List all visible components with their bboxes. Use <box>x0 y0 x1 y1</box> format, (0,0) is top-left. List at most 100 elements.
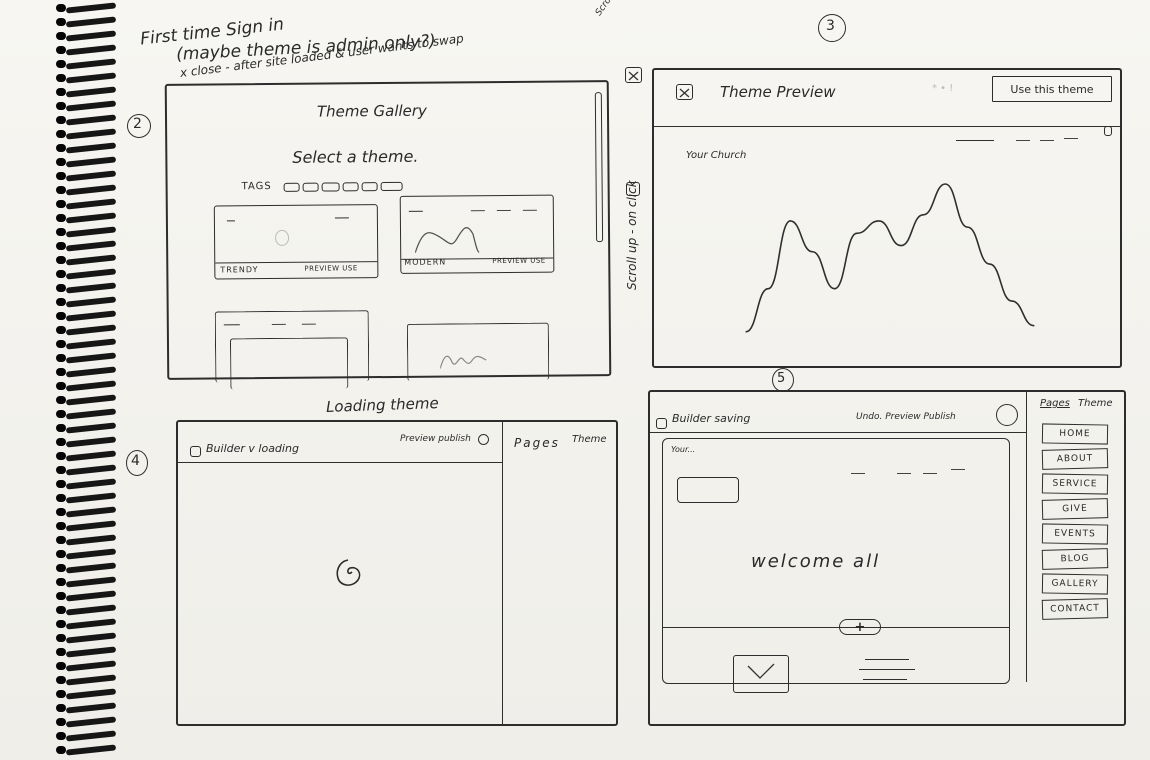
step-number: 3 <box>826 18 835 34</box>
spiral-coil <box>46 170 117 182</box>
spiral-coil <box>46 338 117 350</box>
theme-card[interactable] <box>406 322 550 381</box>
theme-card[interactable] <box>214 310 370 390</box>
coil-hole <box>56 494 66 502</box>
coil-ring <box>65 366 117 378</box>
coil-ring <box>65 338 117 350</box>
coil-ring <box>65 688 117 700</box>
coil-hole <box>56 606 66 614</box>
welcome-headline[interactable]: welcome all <box>751 551 880 572</box>
coil-hole <box>56 256 66 264</box>
side-scroll-box[interactable] <box>626 182 640 196</box>
image-placeholder[interactable] <box>733 655 789 693</box>
spiral-coil <box>46 646 117 658</box>
spiral-coil <box>46 184 117 196</box>
coil-ring <box>65 534 117 546</box>
coil-ring <box>65 128 117 140</box>
tag-chip[interactable] <box>321 182 340 192</box>
coil-hole <box>56 130 66 138</box>
coil-ring <box>65 100 117 112</box>
card-nav-dash <box>301 323 316 325</box>
coil-ring <box>65 562 117 574</box>
coil-ring <box>65 282 117 294</box>
spiral-coil <box>46 282 117 294</box>
coil-hole <box>56 424 66 432</box>
builder-dropdown[interactable]: Builder v loading <box>206 442 299 455</box>
preview-hero-chart <box>745 183 1035 333</box>
page-item-events[interactable]: EVENTS <box>1041 523 1109 545</box>
coil-ring <box>65 716 117 728</box>
page-item-give[interactable]: GIVE <box>1041 498 1109 520</box>
preview-scroll-thumb[interactable] <box>1104 126 1112 136</box>
tag-chip[interactable] <box>380 181 403 192</box>
coil-ring <box>65 576 117 588</box>
preview-nav-dash <box>1064 138 1078 139</box>
coil-ring <box>65 170 117 182</box>
preview-publish-label[interactable]: Preview publish <box>400 434 471 444</box>
side-close-icon[interactable] <box>625 67 642 83</box>
coil-hole <box>56 480 66 488</box>
logo-placeholder[interactable] <box>677 477 739 503</box>
spiral-coil <box>46 268 117 280</box>
coil-ring <box>65 422 117 434</box>
coil-hole <box>56 60 66 68</box>
spiral-coil <box>46 394 117 406</box>
gallery-scrollbar[interactable] <box>594 92 604 243</box>
loading-sidebar-divider <box>502 422 503 724</box>
use-this-theme-button[interactable]: Use this theme <box>992 76 1112 102</box>
card-nav-dash <box>470 210 485 212</box>
tag-chip[interactable] <box>342 182 359 192</box>
tag-chip[interactable] <box>361 182 378 192</box>
page-item-blog[interactable]: BLOG <box>1041 548 1109 570</box>
card-preview-use[interactable]: PREVIEW USE <box>304 264 357 272</box>
help-icon[interactable] <box>996 404 1018 426</box>
page-item-contact[interactable]: CONTACT <box>1041 598 1109 620</box>
spiral-coil <box>46 352 117 364</box>
menu-icon[interactable] <box>656 418 667 429</box>
image-icon <box>747 663 775 679</box>
coil-ring <box>65 226 117 238</box>
spiral-coil <box>46 576 117 588</box>
page-item-service[interactable]: SERVICE <box>1041 473 1109 495</box>
coil-hole <box>56 438 66 446</box>
tag-chip[interactable] <box>302 182 319 192</box>
coil-hole <box>56 4 66 12</box>
page-item-about[interactable]: ABOUT <box>1041 448 1109 470</box>
card-tag-label: TRENDY <box>220 265 259 275</box>
preview-close-button[interactable] <box>676 84 693 100</box>
coil-hole <box>56 326 66 334</box>
coil-hole <box>56 634 66 642</box>
spiral-coil <box>46 478 117 490</box>
coil-ring <box>65 58 117 70</box>
coil-hole <box>56 158 66 166</box>
pages-tab[interactable]: Pages <box>514 436 560 450</box>
coil-ring <box>65 142 117 154</box>
pages-tab[interactable]: Pages <box>1040 398 1070 409</box>
chart-point <box>1011 300 1013 302</box>
builder-header-divider <box>650 432 1026 433</box>
add-section-button[interactable]: + <box>839 619 881 635</box>
chart-point <box>811 251 814 253</box>
card-tag-label: MODERN <box>404 257 447 267</box>
page-item-gallery[interactable]: GALLERY <box>1041 573 1109 595</box>
menu-icon[interactable] <box>190 446 201 457</box>
coil-hole <box>56 74 66 82</box>
spiral-coil <box>46 674 117 686</box>
section-divider <box>663 627 1009 628</box>
theme-tab[interactable]: Theme <box>572 434 607 445</box>
coil-hole <box>56 690 66 698</box>
spiral-coil <box>46 128 117 140</box>
page-item-home[interactable]: HOME <box>1041 423 1109 445</box>
nav-dash <box>897 473 911 474</box>
spiral-coil <box>46 716 117 728</box>
page-canvas[interactable]: Your... welcome all + <box>662 438 1010 693</box>
tag-chip[interactable] <box>283 182 300 192</box>
theme-tab[interactable]: Theme <box>1078 398 1113 409</box>
preview-header-divider <box>654 126 1120 127</box>
step-number: 5 <box>777 371 786 386</box>
help-icon[interactable] <box>478 434 489 445</box>
coil-hole <box>56 620 66 628</box>
card-preview-use[interactable]: PREVIEW USE <box>492 257 545 265</box>
undo-preview-publish[interactable]: Undo. Preview Publish <box>856 412 956 422</box>
chart-point <box>989 263 991 265</box>
